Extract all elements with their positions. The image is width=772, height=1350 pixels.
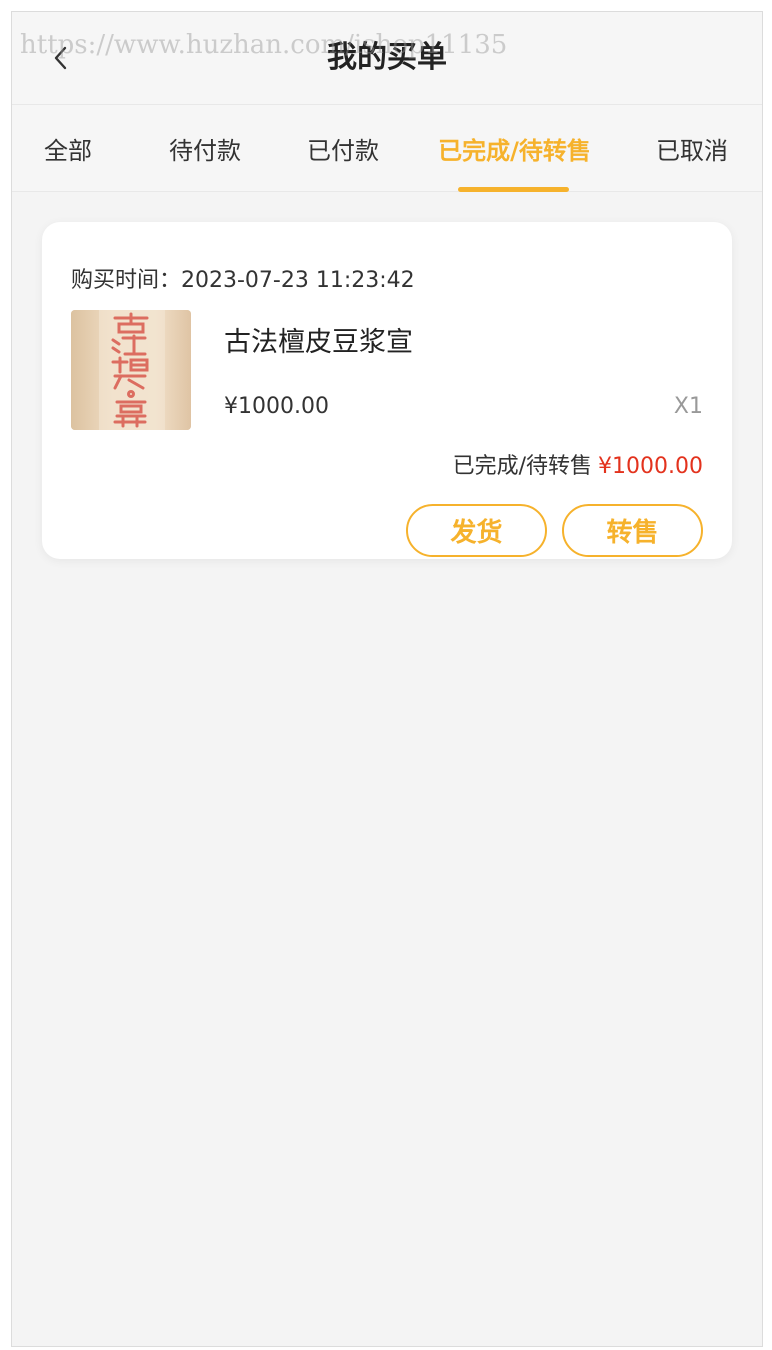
ship-button[interactable]: 发货: [406, 504, 547, 557]
resell-button[interactable]: 转售: [562, 504, 703, 557]
tab-completed-resell[interactable]: 已完成/待转售: [427, 105, 602, 192]
product-quantity: X1: [673, 394, 703, 419]
tab-paid[interactable]: 已付款: [288, 105, 398, 192]
tab-pending-payment[interactable]: 待付款: [150, 105, 260, 192]
product-thumbnail[interactable]: [71, 310, 191, 430]
order-total: ¥1000.00: [598, 454, 703, 479]
product-image: [71, 310, 191, 430]
product-price: ¥1000.00: [224, 394, 329, 419]
product-name: 古法檀皮豆浆宣: [224, 327, 413, 358]
page-title: 我的买单: [327, 40, 447, 75]
tab-cancelled[interactable]: 已取消: [642, 105, 742, 192]
order-summary: 已完成/待转售 ¥1000.00: [453, 448, 703, 480]
order-status-tabs: 全部 待付款 已付款 已完成/待转售 已取消: [12, 105, 762, 192]
top-bar: 我的买单 https://www.huzhan.com/ishop11135: [12, 12, 762, 105]
order-status: 已完成/待转售: [452, 454, 593, 479]
active-tab-indicator: [458, 187, 569, 192]
app-frame: 我的买单 https://www.huzhan.com/ishop11135 全…: [11, 11, 763, 1347]
order-card[interactable]: 购买时间：2023-07-23 11:23:42 古法檀皮豆浆宣 ¥1000.0…: [42, 222, 732, 559]
purchase-time: 购买时间：2023-07-23 11:23:42: [71, 268, 415, 293]
tab-all[interactable]: 全部: [28, 105, 108, 192]
